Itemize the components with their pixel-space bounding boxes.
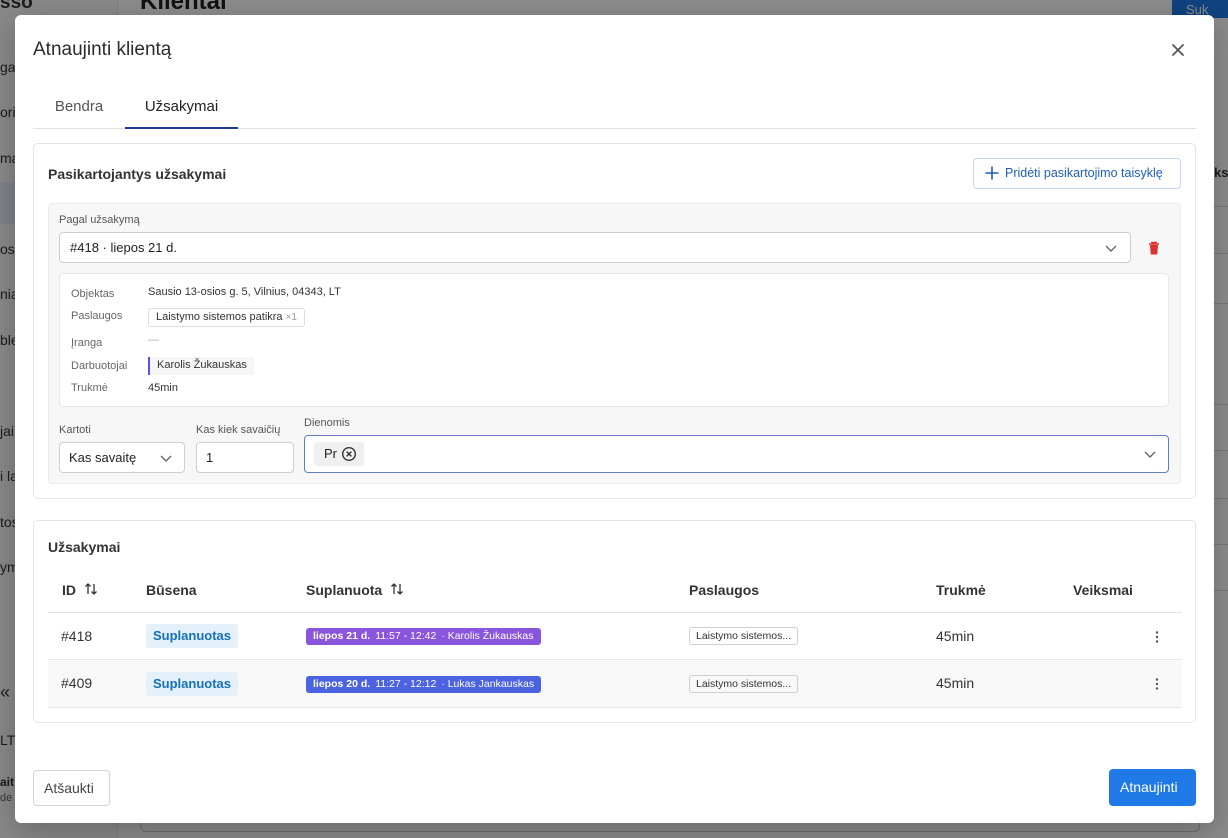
column-header-label: ID: [62, 582, 76, 598]
tab-general[interactable]: Bendra: [33, 87, 125, 129]
status-badge: Suplanuotas: [146, 624, 239, 648]
equipment-label: Įranga: [71, 337, 103, 349]
column-header-duration: Trukmė: [936, 582, 986, 598]
chevron-down-icon: [1143, 447, 1157, 461]
order-id[interactable]: #418: [61, 628, 92, 644]
more-actions-icon[interactable]: [1152, 677, 1162, 691]
day-chip-monday[interactable]: Pr: [314, 442, 364, 466]
chevron-down-icon: [1104, 241, 1118, 255]
service-tag: Laistymo sistemos...: [689, 627, 799, 645]
repeat-select-value: Kas savaitę: [69, 450, 137, 465]
more-actions-icon[interactable]: [1152, 630, 1162, 644]
order-details-panel: Objektas Sausio 13-osios g. 5, Vilnius, …: [59, 273, 1169, 407]
sort-icon[interactable]: [390, 582, 404, 599]
workers-label: Darbuotojai: [71, 360, 128, 372]
schedule-time: 11:27 - 12:12: [375, 678, 437, 690]
duration-value: 45min: [148, 382, 178, 394]
schedule-worker: · Lukas Jankauskas: [441, 678, 535, 690]
worker-tag: Karolis Žukauskas: [148, 357, 254, 375]
object-value: Sausio 13-osios g. 5, Vilnius, 04343, LT: [148, 286, 341, 298]
recurring-orders-card: Pasikartojantys užsakymai Pridėti pasika…: [33, 143, 1196, 499]
schedule-time: 11:57 - 12:42: [375, 630, 437, 642]
service-tag: Laistymo sistemos...: [689, 675, 799, 693]
schedule-badge[interactable]: liepos 21 d. 11:57 - 12:42 · Karolis Žukau…: [306, 628, 541, 645]
object-label: Objektas: [71, 288, 115, 300]
update-button[interactable]: Atnaujinti: [1109, 769, 1196, 806]
services-label: Paslaugos: [71, 310, 123, 322]
days-label: Dienomis: [304, 417, 350, 429]
every-weeks-input[interactable]: 1: [196, 442, 294, 473]
modal-title: Atnaujinti klientą: [33, 39, 172, 60]
duration: 45min: [936, 628, 975, 644]
close-icon[interactable]: [1167, 39, 1189, 61]
order-select-value: #418 · liepos 21 d.: [70, 240, 177, 255]
column-header-scheduled[interactable]: Suplanuota: [306, 582, 404, 599]
service-tag-name: Laistymo sistemos patikra: [156, 311, 283, 323]
schedule-badge[interactable]: liepos 20 d. 11:27 - 12:12 · Lukas Jankaus…: [306, 676, 542, 693]
column-header-actions: Veiksmai: [1073, 582, 1133, 598]
duration: 45min: [936, 675, 975, 691]
chevron-down-icon: [159, 451, 173, 465]
order-id[interactable]: #409: [61, 675, 92, 691]
day-chip-label: Pr: [324, 446, 337, 461]
column-header-id[interactable]: ID: [62, 582, 98, 599]
column-header-label: Suplanuota: [306, 582, 383, 598]
order-select[interactable]: #418 · liepos 21 d.: [59, 232, 1131, 263]
trash-icon[interactable]: [1146, 240, 1162, 256]
modal-tabs: Bendra Užsakymai: [33, 87, 1196, 129]
recurrence-rule: Pagal užsakymą #418 · liepos 21 d. Objek…: [48, 203, 1181, 484]
duration-label: Trukmė: [71, 382, 108, 394]
every-weeks-label: Kas kiek savaičių: [196, 424, 281, 436]
table-row[interactable]: #409 Suplanuotas liepos 20 d. 11:27 - 12:…: [48, 661, 1182, 708]
days-multiselect[interactable]: Pr: [304, 435, 1169, 473]
repeat-select[interactable]: Kas savaitę: [59, 442, 185, 473]
order-select-label: Pagal užsakymą: [59, 214, 140, 226]
status-badge: Suplanuotas: [146, 672, 239, 696]
service-tag-qty: ×1: [285, 312, 297, 323]
tab-orders[interactable]: Užsakymai: [125, 87, 238, 129]
update-client-modal: Atnaujinti klientą Bendra Užsakymai Pasi…: [15, 15, 1214, 823]
cancel-button[interactable]: Atšaukti: [33, 770, 110, 806]
schedule-date: liepos 21 d.: [313, 630, 371, 642]
add-recurrence-rule-label: Pridėti pasikartojimo taisyklę: [1005, 166, 1163, 180]
recurring-orders-title: Pasikartojantys užsakymai: [48, 166, 227, 182]
repeat-label: Kartoti: [59, 424, 91, 436]
plus-icon: [984, 165, 1000, 181]
table-row[interactable]: #418 Suplanuotas liepos 21 d. 11:57 - 12:…: [48, 613, 1182, 660]
remove-chip-icon[interactable]: [341, 446, 357, 462]
service-tag: Laistymo sistemos patikra ×1: [148, 308, 305, 327]
sort-icon[interactable]: [84, 582, 98, 599]
column-header-services: Paslaugos: [689, 582, 760, 598]
column-header-status: Būsena: [146, 582, 197, 598]
orders-card: Užsakymai ID Būsena Suplanuota Paslaugos…: [33, 520, 1196, 723]
equipment-value: —: [148, 334, 159, 346]
schedule-worker: · Karolis Žukauskas: [441, 630, 534, 642]
schedule-date: liepos 20 d.: [313, 678, 371, 690]
add-recurrence-rule-button[interactable]: Pridėti pasikartojimo taisyklę: [973, 158, 1181, 189]
orders-title: Užsakymai: [48, 539, 121, 555]
